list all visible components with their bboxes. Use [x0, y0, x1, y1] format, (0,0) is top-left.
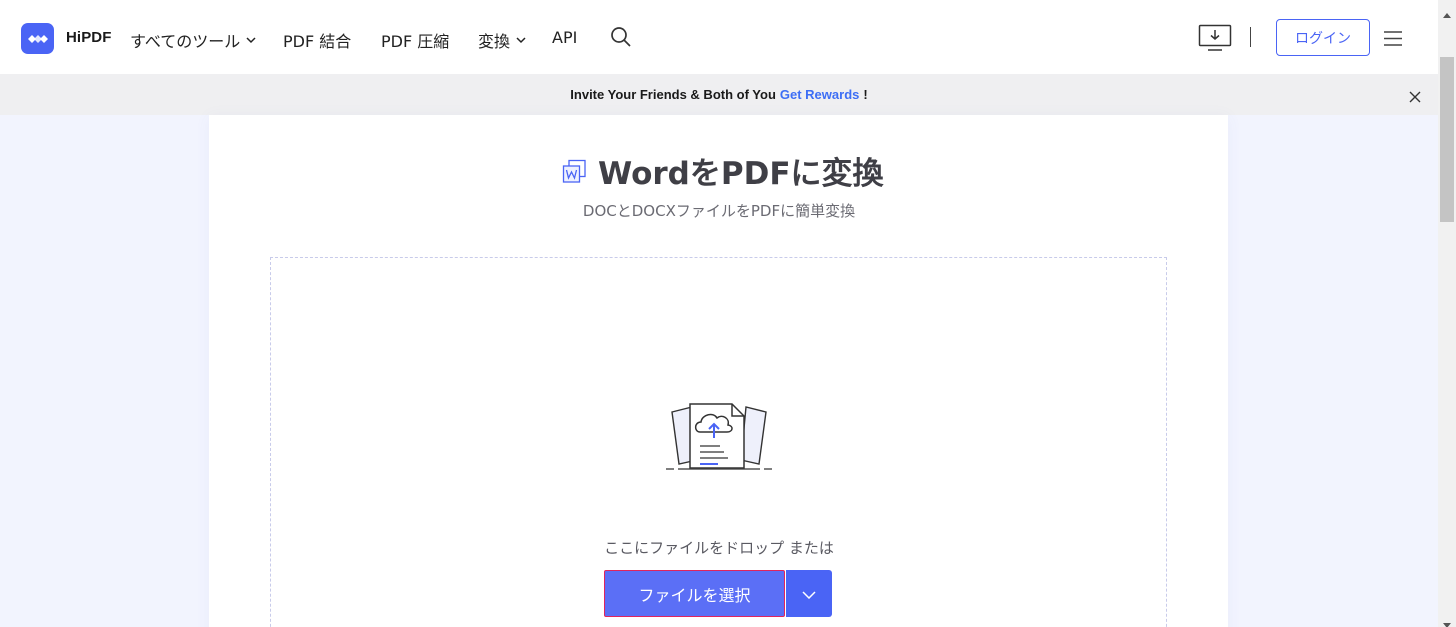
- chevron-down-icon: [802, 584, 816, 603]
- hamburger-menu-icon[interactable]: [1384, 31, 1402, 50]
- desktop-download-icon[interactable]: [1198, 24, 1232, 56]
- hipdf-logo-icon[interactable]: [21, 23, 54, 54]
- nav-pdf-compress-label: PDF 圧縮: [381, 32, 450, 51]
- brand-name[interactable]: HiPDF: [66, 29, 112, 46]
- login-button[interactable]: ログイン: [1276, 19, 1370, 56]
- word-file-icon: [562, 159, 588, 189]
- scroll-down-arrow-icon[interactable]: [1443, 614, 1451, 627]
- nav-all-tools-label: すべてのツール: [130, 32, 241, 51]
- select-source-dropdown-button[interactable]: [786, 570, 832, 617]
- cloud-upload-illustration: [664, 396, 774, 478]
- nav-api[interactable]: API: [552, 28, 577, 47]
- nav-pdf-merge-label: PDF 結合: [283, 32, 352, 51]
- get-rewards-link[interactable]: Get Rewards: [780, 87, 859, 102]
- page-subtitle: DOCとDOCXファイルをPDFに簡単変換: [582, 202, 856, 220]
- nav-all-tools[interactable]: すべてのツール: [130, 28, 256, 52]
- page: HiPDF すべてのツール PDF 結合 PDF 圧縮 変換 API ログイン …: [0, 0, 1456, 627]
- header-divider: [1250, 27, 1251, 47]
- nav-api-label: API: [552, 28, 578, 47]
- banner-suffix: !: [863, 87, 868, 102]
- page-title: WordをPDFに変換: [598, 156, 884, 192]
- vertical-scrollbar[interactable]: [1438, 0, 1456, 627]
- banner-text: Invite Your Friends & Both of You: [570, 87, 776, 102]
- select-file-button[interactable]: ファイルを選択: [604, 570, 785, 617]
- chevron-down-icon: [516, 36, 526, 44]
- nav-convert[interactable]: 変換: [478, 28, 526, 52]
- nav-convert-label: 変換: [478, 32, 511, 51]
- drop-instructions: ここにファイルをドロップ または: [604, 539, 834, 557]
- top-nav-bar: HiPDF すべてのツール PDF 結合 PDF 圧縮 変換 API ログイン: [0, 0, 1438, 74]
- close-icon[interactable]: [1409, 88, 1421, 107]
- search-icon[interactable]: [610, 26, 632, 52]
- scroll-up-arrow-icon[interactable]: [1443, 3, 1451, 22]
- nav-pdf-merge[interactable]: PDF 結合: [283, 28, 351, 52]
- scrollbar-thumb[interactable]: [1440, 57, 1454, 222]
- chevron-down-icon: [246, 36, 256, 44]
- nav-pdf-compress[interactable]: PDF 圧縮: [381, 28, 449, 52]
- promo-banner: Invite Your Friends & Both of You Get Re…: [0, 74, 1438, 115]
